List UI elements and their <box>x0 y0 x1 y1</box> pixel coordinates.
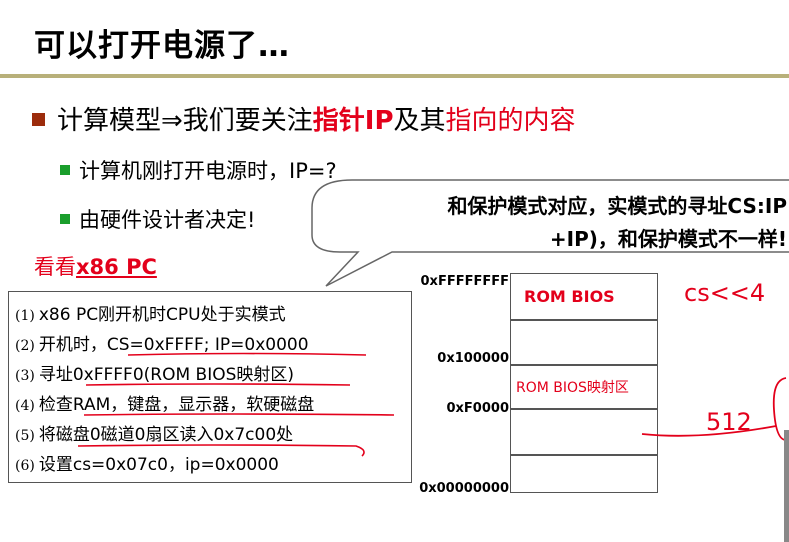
step-item: (3) 寻址0xFFFF0(ROM BIOS映射区) <box>15 360 294 385</box>
step-number: (4) <box>15 398 35 414</box>
step-text: 检查RAM，键盘，显示器，软硬磁盘 <box>38 395 315 415</box>
memory-divider <box>511 408 657 410</box>
step-item: (5) 将磁盘0磁道0扇区读入0x7c00处 <box>15 420 293 445</box>
step-number: (1) <box>15 308 35 324</box>
rom-bios-region: ROM BIOS <box>524 287 615 306</box>
step-text: 开机时，CS=0xFFFF; IP=0x0000 <box>38 335 309 355</box>
step-number: (6) <box>15 458 35 474</box>
step-text: x86 PC刚开机时CPU处于实模式 <box>38 305 286 325</box>
step-item: (1) x86 PC刚开机时CPU处于实模式 <box>15 300 286 325</box>
step-item: (6) 设置cs=0x07c0，ip=0x0000 <box>15 450 279 475</box>
step-number: (3) <box>15 368 35 384</box>
step-item: (4) 检查RAM，键盘，显示器，软硬磁盘 <box>15 390 314 415</box>
address-label: 0x00000000 <box>419 481 509 496</box>
address-label: 0x100000 <box>437 351 509 366</box>
callout-line-2: +IP)，和保护模式不一样! <box>549 227 787 251</box>
step-number: (5) <box>15 428 35 444</box>
step-item: (2) 开机时，CS=0xFFFF; IP=0x0000 <box>15 330 309 355</box>
memory-divider <box>511 319 657 321</box>
address-label: 0xFFFFFFFF <box>420 274 509 289</box>
step-number: (2) <box>15 338 35 354</box>
step-text: 寻址0xFFFF0(ROM BIOS映射区) <box>38 365 295 385</box>
callout-line-1: 和保护模式对应，实模式的寻址CS:IP <box>447 194 787 218</box>
boot-steps-panel: (1) x86 PC刚开机时CPU处于实模式 (2) 开机时，CS=0xFFFF; … <box>8 291 412 483</box>
memory-divider <box>511 454 657 456</box>
memory-divider <box>511 364 657 366</box>
scrollbar[interactable] <box>784 430 789 542</box>
rom-bios-mapped-region: ROM BIOS映射区 <box>516 380 629 396</box>
address-label: 0xF0000 <box>446 401 510 416</box>
step-text: 将磁盘0磁道0扇区读入0x7c00处 <box>38 425 294 445</box>
step-text: 设置cs=0x07c0，ip=0x0000 <box>38 455 279 475</box>
